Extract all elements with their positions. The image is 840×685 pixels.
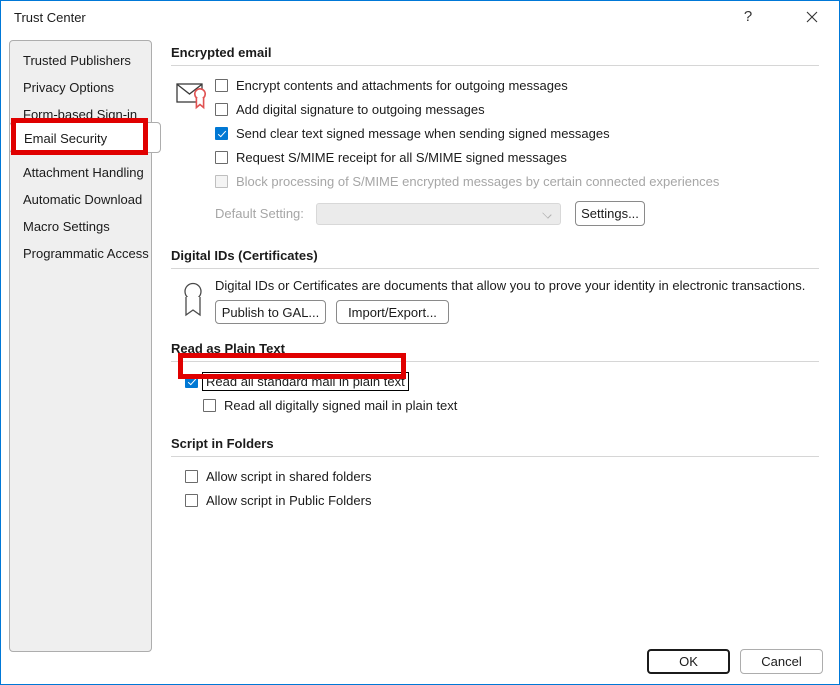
default-setting-dropdown [316, 202, 561, 225]
sidebar-item-trusted-publishers[interactable]: Trusted Publishers [10, 47, 151, 74]
sidebar-item-automatic-download[interactable]: Automatic Download [10, 186, 151, 213]
certificate-ribbon-icon [171, 278, 215, 318]
sidebar-item-email-security[interactable]: Email Security [9, 122, 161, 153]
encrypted-email-body: Encrypt contents and attachments for out… [171, 75, 819, 226]
checkbox-send-clear-text-signed[interactable]: Send clear text signed message when send… [215, 123, 819, 144]
title-bar: Trust Center ? [1, 1, 839, 33]
section-title-script-in-folders: Script in Folders [171, 436, 274, 451]
checkbox-block-smime-processing: Block processing of S/MIME encrypted mes… [215, 171, 819, 192]
publish-to-gal-button[interactable]: Publish to GAL... [215, 300, 326, 324]
category-sidebar[interactable]: Trusted Publishers Privacy Options Form-… [9, 40, 161, 652]
help-glyph: ? [743, 8, 753, 25]
checkbox-read-signed-mail-plain-text[interactable]: Read all digitally signed mail in plain … [185, 395, 819, 416]
section-divider [171, 456, 819, 457]
chevron-down-icon [542, 208, 552, 219]
help-icon[interactable]: ? [725, 1, 771, 32]
cancel-button[interactable]: Cancel [740, 649, 823, 674]
checkbox-allow-script-shared-folders[interactable]: Allow script in shared folders [185, 466, 819, 487]
sidebar-item-privacy-options[interactable]: Privacy Options [10, 74, 151, 101]
window-title: Trust Center [14, 10, 86, 25]
close-icon[interactable] [789, 1, 835, 32]
digital-ids-options: Digital IDs or Certificates are document… [215, 278, 819, 324]
checkbox-label: Block processing of S/MIME encrypted mes… [236, 174, 720, 189]
digital-ids-body: Digital IDs or Certificates are document… [171, 278, 819, 324]
sidebar-item-label: Email Security [24, 131, 108, 146]
sidebar-item-label: Trusted Publishers [23, 53, 131, 68]
checkbox-read-standard-mail-plain-text[interactable]: Read all standard mail in plain text [185, 371, 819, 392]
section-title-read-as-plain-text: Read as Plain Text [171, 341, 285, 356]
checkbox-box[interactable] [215, 127, 228, 140]
trust-center-dialog: Trust Center ? Trusted Publishers Privac… [0, 0, 840, 685]
checkbox-label: Read all digitally signed mail in plain … [224, 398, 458, 413]
sidebar-item-label: Form-based Sign-in [23, 107, 138, 122]
section-divider [171, 361, 819, 362]
checkbox-box [215, 175, 228, 188]
default-setting-row: Default Setting: Settings... [215, 201, 819, 226]
sidebar-item-programmatic-access[interactable]: Programmatic Access [10, 240, 151, 267]
settings-button[interactable]: Settings... [575, 201, 645, 226]
sidebar-item-macro-settings[interactable]: Macro Settings [10, 213, 151, 240]
envelope-certificate-icon [171, 75, 215, 111]
checkbox-label: Request S/MIME receipt for all S/MIME si… [236, 150, 567, 165]
checkbox-box[interactable] [215, 103, 228, 116]
checkbox-label: Allow script in Public Folders [206, 493, 372, 508]
ok-button[interactable]: OK [647, 649, 730, 674]
read-as-plain-text-options: Read all standard mail in plain text Rea… [171, 371, 819, 416]
checkbox-label: Send clear text signed message when send… [236, 126, 610, 141]
checkbox-encrypt-contents[interactable]: Encrypt contents and attachments for out… [215, 75, 819, 96]
checkbox-allow-script-public-folders[interactable]: Allow script in Public Folders [185, 490, 819, 511]
sidebar-item-label: Macro Settings [23, 219, 110, 234]
sidebar-item-label: Automatic Download [23, 192, 143, 207]
default-setting-label: Default Setting: [215, 206, 304, 221]
checkbox-box[interactable] [185, 470, 198, 483]
checkbox-box[interactable] [185, 494, 198, 507]
section-title-digital-ids: Digital IDs (Certificates) [171, 248, 318, 263]
checkbox-label: Encrypt contents and attachments for out… [236, 78, 568, 93]
digital-ids-buttons: Publish to GAL... Import/Export... [215, 300, 819, 324]
sidebar-item-label: Privacy Options [23, 80, 115, 95]
checkbox-add-digital-signature[interactable]: Add digital signature to outgoing messag… [215, 99, 819, 120]
sidebar-item-label: Programmatic Access [23, 246, 149, 261]
checkbox-box[interactable] [215, 151, 228, 164]
section-divider [171, 268, 819, 269]
import-export-button[interactable]: Import/Export... [336, 300, 449, 324]
checkbox-label: Read all standard mail in plain text [202, 372, 409, 391]
checkbox-box[interactable] [203, 399, 216, 412]
settings-pane: Encrypted email Encrypt contents and att… [171, 45, 819, 514]
dialog-footer: OK Cancel [647, 649, 823, 674]
section-title-encrypted-email: Encrypted email [171, 45, 272, 60]
script-in-folders-options: Allow script in shared folders Allow scr… [171, 466, 819, 511]
checkbox-box[interactable] [215, 79, 228, 92]
checkbox-box[interactable] [185, 375, 198, 388]
checkbox-label: Allow script in shared folders [206, 469, 372, 484]
digital-ids-description: Digital IDs or Certificates are document… [215, 278, 806, 293]
sidebar-item-label: Attachment Handling [23, 165, 144, 180]
checkbox-label: Add digital signature to outgoing messag… [236, 102, 485, 117]
checkbox-request-smime-receipt[interactable]: Request S/MIME receipt for all S/MIME si… [215, 147, 819, 168]
section-divider [171, 65, 819, 66]
sidebar-item-attachment-handling[interactable]: Attachment Handling [10, 159, 151, 186]
encrypted-email-options: Encrypt contents and attachments for out… [215, 75, 819, 226]
